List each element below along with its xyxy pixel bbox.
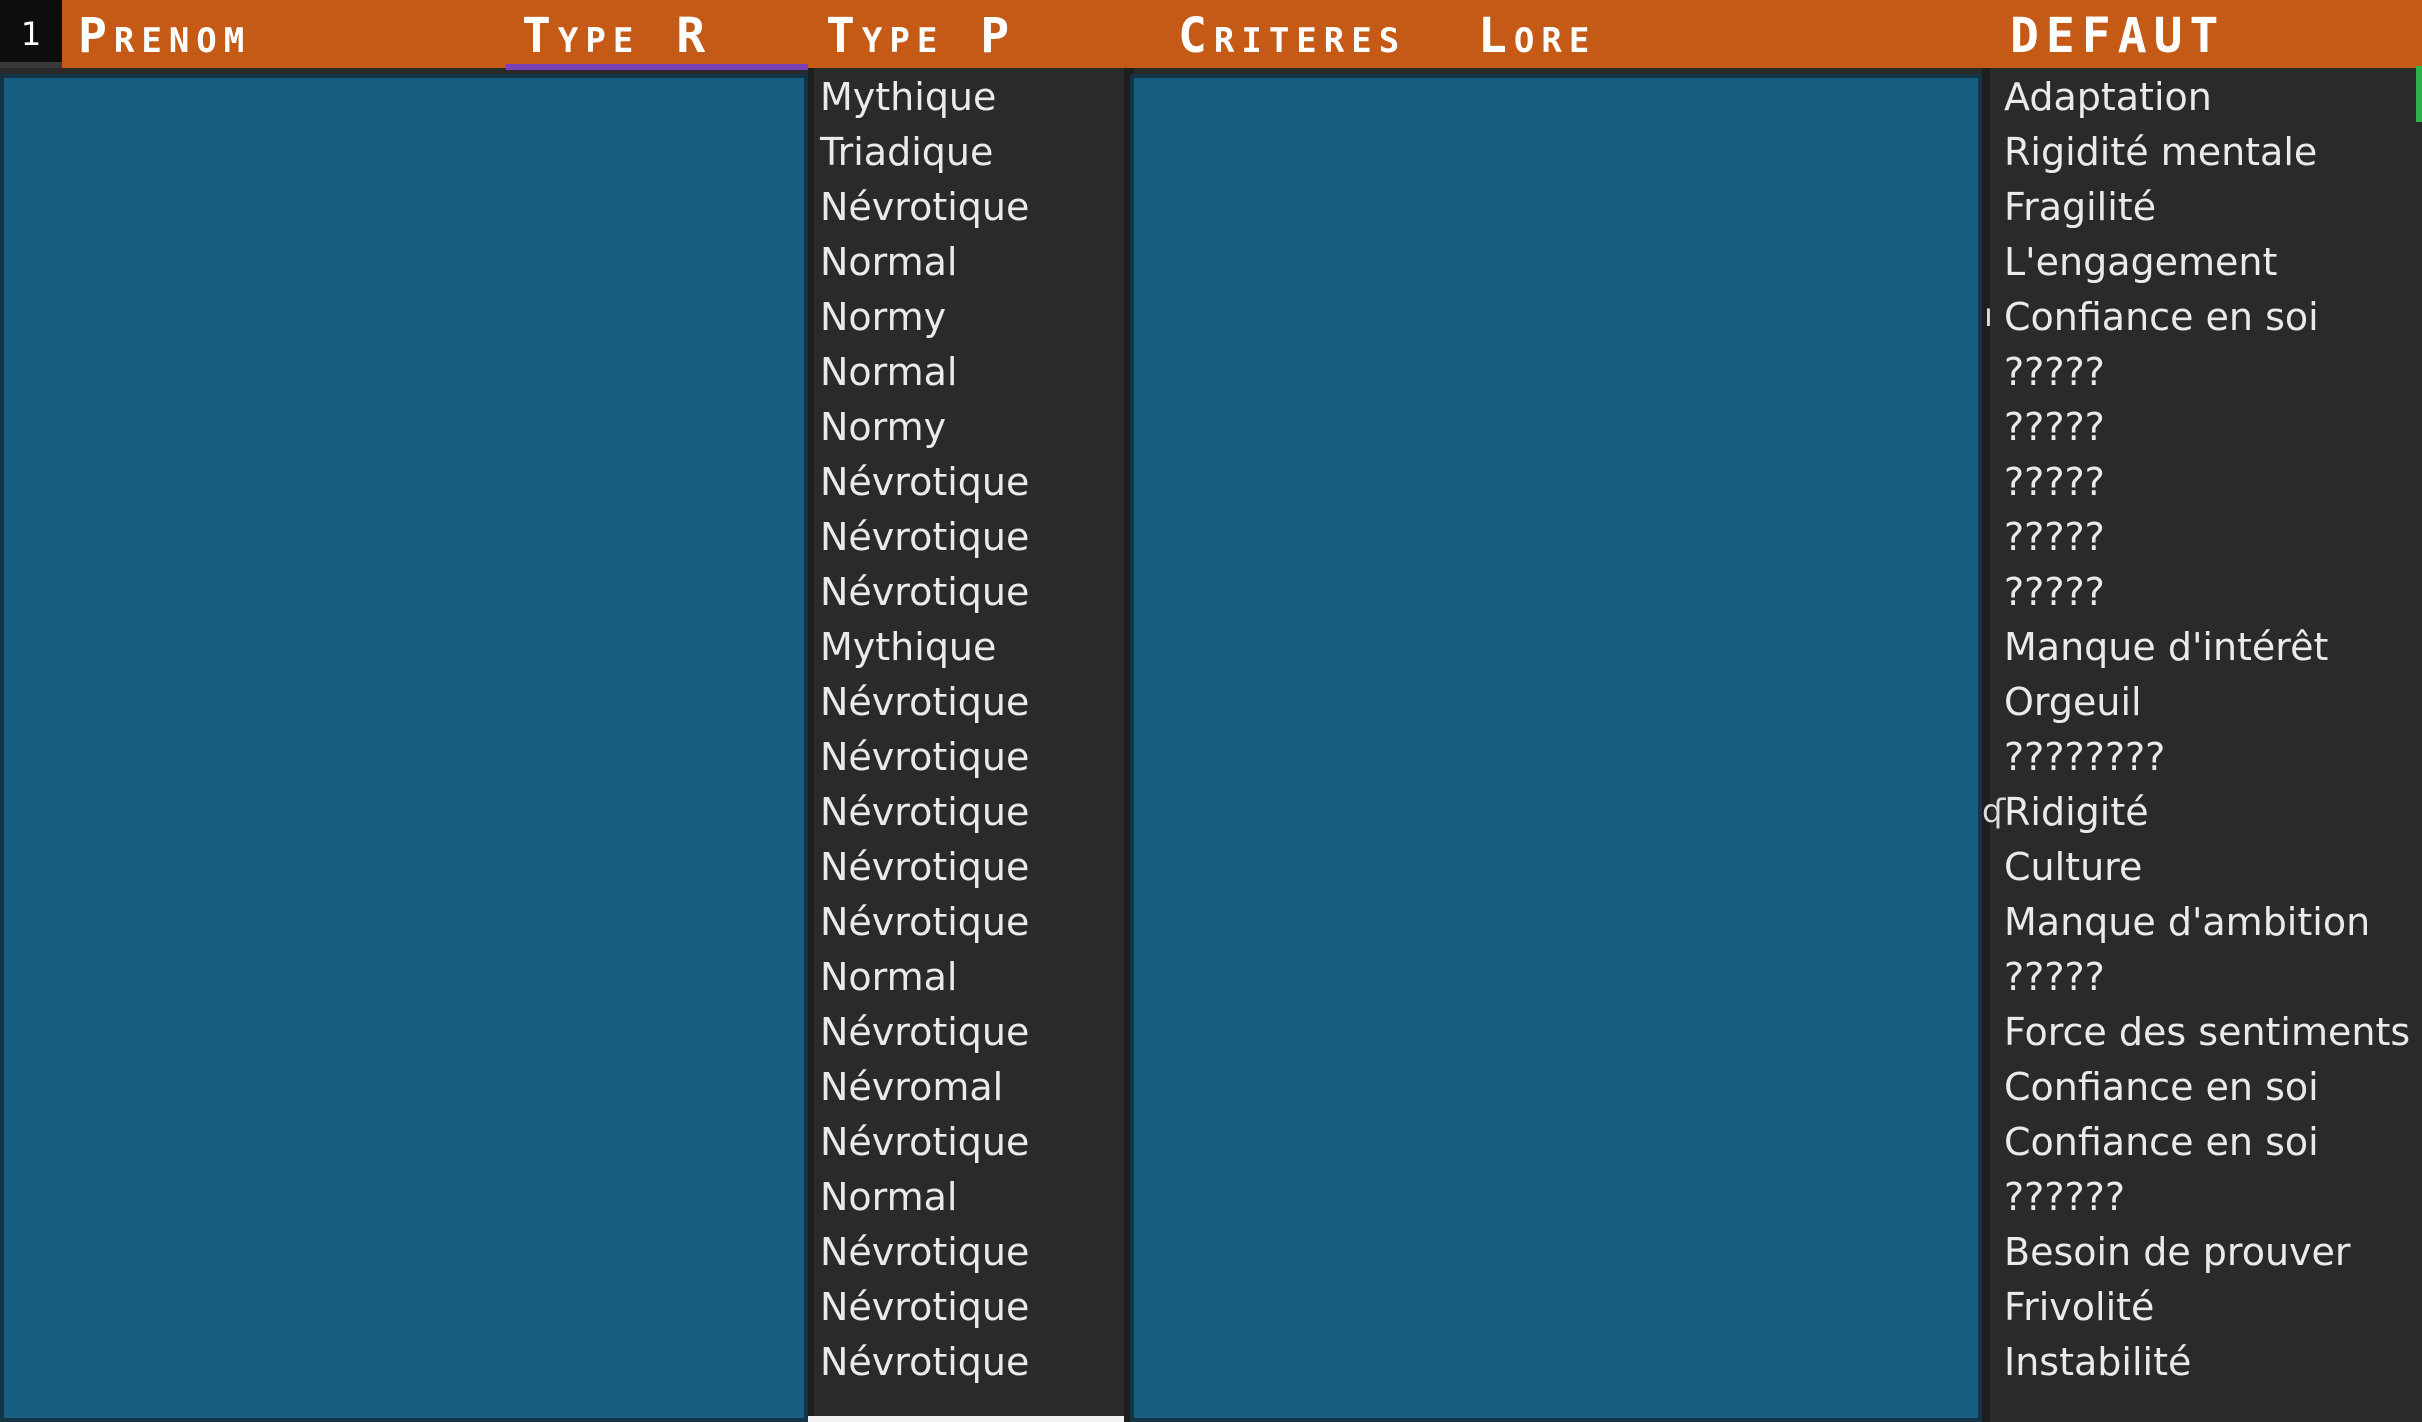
- defaut-cell[interactable]: Frivolité: [2004, 1280, 2410, 1335]
- defaut-cell[interactable]: Force des sentiments: [2004, 1005, 2410, 1060]
- defaut-cell[interactable]: Rigidité mentale: [2004, 125, 2410, 180]
- type-p-cell[interactable]: Triadique: [820, 125, 1029, 180]
- type-p-cell[interactable]: Névrotique: [820, 785, 1029, 840]
- column-header-type-r[interactable]: Type R: [522, 0, 712, 68]
- type-r-header-accent: [506, 64, 808, 70]
- type-p-cell[interactable]: Mythique: [820, 620, 1029, 675]
- defaut-cell[interactable]: Ridigité: [2004, 785, 2410, 840]
- type-p-cell[interactable]: Normal: [820, 235, 1029, 290]
- type-p-cell[interactable]: Névrotique: [820, 1335, 1029, 1390]
- defaut-cell[interactable]: Confiance en soi: [2004, 1060, 2410, 1115]
- type-p-cell[interactable]: Mythique: [820, 70, 1029, 125]
- type-p-cell[interactable]: Normal: [820, 345, 1029, 400]
- type-p-cell[interactable]: Normy: [820, 400, 1029, 455]
- type-p-cell[interactable]: Névrotique: [820, 1115, 1029, 1170]
- column-header-defaut[interactable]: DEFAUT: [2010, 0, 2225, 68]
- type-p-cell[interactable]: Névrotique: [820, 1280, 1029, 1335]
- type-p-cell[interactable]: Névrotique: [820, 180, 1029, 235]
- type-p-cell[interactable]: Normal: [820, 1170, 1029, 1225]
- column-header-criteres-lore[interactable]: Criteres Lore: [1178, 0, 1596, 68]
- defaut-cell[interactable]: ?????: [2004, 950, 2410, 1005]
- row-number-underline: [0, 62, 62, 68]
- selection-indicator: [2416, 66, 2422, 122]
- criteres-lore-merged-cells[interactable]: [1130, 74, 1982, 1422]
- type-p-cell[interactable]: Névrotique: [820, 565, 1029, 620]
- overflow-text-fragment: ʠ: [1982, 792, 2006, 830]
- defaut-cell[interactable]: ?????: [2004, 510, 2410, 565]
- prenom-type-r-merged-cells[interactable]: [0, 74, 808, 1422]
- type-p-cell[interactable]: Névromal: [820, 1060, 1029, 1115]
- type-p-cell[interactable]: Névrotique: [820, 455, 1029, 510]
- type-p-cell[interactable]: Névrotique: [820, 840, 1029, 895]
- defaut-cell[interactable]: Culture: [2004, 840, 2410, 895]
- type-p-cell[interactable]: Névrotique: [820, 675, 1029, 730]
- defaut-cell[interactable]: ?????: [2004, 400, 2410, 455]
- defaut-cell[interactable]: Fragilité: [2004, 180, 2410, 235]
- type-p-cell[interactable]: Névrotique: [820, 1005, 1029, 1060]
- defaut-cell[interactable]: Adaptation: [2004, 70, 2410, 125]
- defaut-cell[interactable]: Besoin de prouver: [2004, 1225, 2410, 1280]
- defaut-cell[interactable]: ?????: [2004, 455, 2410, 510]
- overflow-text-fragment: ı: [1984, 296, 1993, 334]
- defaut-cell[interactable]: L'engagement: [2004, 235, 2410, 290]
- row-number-cell[interactable]: 1: [0, 0, 62, 68]
- type-p-cell[interactable]: Normy: [820, 290, 1029, 345]
- cell-border-bottom: [808, 1416, 1130, 1422]
- defaut-cell[interactable]: Manque d'ambition: [2004, 895, 2410, 950]
- defaut-cell[interactable]: ????????: [2004, 730, 2410, 785]
- defaut-cell[interactable]: Confiance en soi: [2004, 290, 2410, 345]
- defaut-cell[interactable]: ?????: [2004, 565, 2410, 620]
- defaut-cell[interactable]: Orgeuil: [2004, 675, 2410, 730]
- defaut-cell[interactable]: Instabilité: [2004, 1335, 2410, 1390]
- type-p-cell[interactable]: Névrotique: [820, 730, 1029, 785]
- column-divider: [1982, 68, 1990, 1422]
- type-p-cell[interactable]: Névrotique: [820, 895, 1029, 950]
- column-divider: [808, 68, 814, 1422]
- defaut-cell[interactable]: Confiance en soi: [2004, 1115, 2410, 1170]
- column-header-prenom[interactable]: Prenom: [78, 0, 251, 68]
- defaut-cell[interactable]: ?????: [2004, 345, 2410, 400]
- defaut-cell[interactable]: ??????: [2004, 1170, 2410, 1225]
- defaut-column: Adaptation Rigidité mentale Fragilité L'…: [2004, 70, 2410, 1390]
- column-header-type-p[interactable]: Type P: [826, 0, 1016, 68]
- column-header-bar: 1 Prenom Type R Type P Criteres Lore DEF…: [0, 0, 2422, 70]
- type-p-cell[interactable]: Normal: [820, 950, 1029, 1005]
- defaut-cell[interactable]: Manque d'intérêt: [2004, 620, 2410, 675]
- type-p-cell[interactable]: Névrotique: [820, 510, 1029, 565]
- type-p-column: Mythique Triadique Névrotique Normal Nor…: [820, 70, 1029, 1390]
- type-p-cell[interactable]: Névrotique: [820, 1225, 1029, 1280]
